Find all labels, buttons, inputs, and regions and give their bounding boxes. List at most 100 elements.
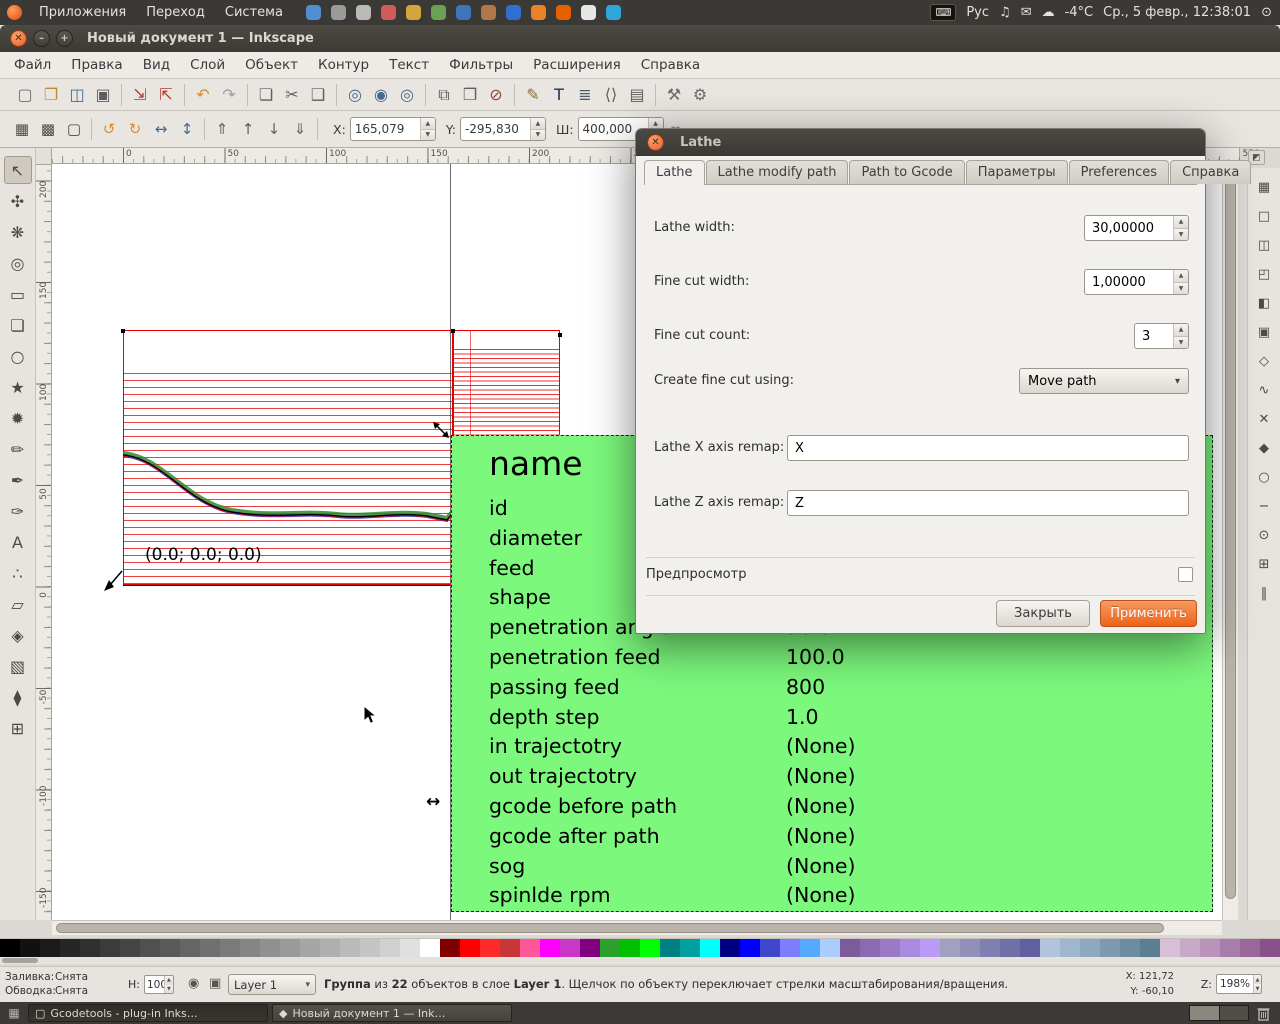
ellipse-tool[interactable]: ○	[4, 342, 32, 370]
palette-swatch[interactable]	[640, 939, 660, 957]
pen-tool[interactable]: ✒	[4, 466, 32, 494]
preview-checkbox[interactable]	[1178, 567, 1193, 582]
rect-tool[interactable]: ▭	[4, 280, 32, 308]
palette-swatch[interactable]	[1140, 939, 1160, 957]
eraser-tool[interactable]: ▱	[4, 590, 32, 618]
menu-extensions[interactable]: Расширения	[523, 53, 631, 77]
snap-intersection-icon[interactable]: ✕	[1253, 408, 1275, 430]
volume-icon[interactable]: ♫	[999, 5, 1011, 20]
palette-swatch[interactable]	[680, 939, 700, 957]
workspace-2[interactable]	[1219, 1006, 1248, 1020]
weather-icon[interactable]: ☁	[1042, 5, 1055, 20]
palette-swatch[interactable]	[420, 939, 440, 957]
audacity-icon[interactable]	[531, 5, 546, 20]
star-tool[interactable]: ★	[4, 373, 32, 401]
palette-swatch[interactable]	[1060, 939, 1080, 957]
selection-stretch-handle-icon[interactable]: ↔	[426, 792, 440, 812]
text-dialog-icon[interactable]: T	[546, 82, 572, 108]
dropper-tool[interactable]: ⧫	[4, 683, 32, 711]
panel-menu-places[interactable]: Переход	[137, 2, 214, 23]
snap-object-center-icon[interactable]: ⊙	[1253, 524, 1275, 546]
rotate-cw-icon[interactable]: ↻	[123, 117, 147, 141]
lathe-z-axis-remap-input[interactable]: Z	[787, 490, 1189, 516]
vertical-scrollbar-thumb[interactable]	[1225, 169, 1236, 899]
palette-swatch[interactable]	[1040, 939, 1060, 957]
layer-lock-icon[interactable]: ▣	[209, 976, 221, 991]
palette-swatch[interactable]	[220, 939, 240, 957]
apply-button[interactable]: Применить	[1100, 600, 1197, 627]
telegram-icon[interactable]	[606, 5, 621, 20]
screenshot-icon[interactable]	[356, 5, 371, 20]
vertical-ruler[interactable]: 200150100500-50-100-150	[36, 165, 52, 920]
palette-swatch[interactable]	[0, 939, 20, 957]
palette-swatch[interactable]	[580, 939, 600, 957]
snap-guide-icon[interactable]: ‖	[1253, 582, 1275, 604]
dialog-close-icon[interactable]: ✕	[647, 134, 664, 151]
import-icon[interactable]: ⇲	[127, 82, 153, 108]
workspace-1[interactable]	[1190, 1006, 1219, 1020]
clone-icon[interactable]: ❒	[457, 82, 483, 108]
zoom-drawing-icon[interactable]: ◉	[368, 82, 394, 108]
palette-swatch[interactable]	[700, 939, 720, 957]
lathe-dialog-titlebar[interactable]: ✕ Lathe	[636, 129, 1205, 156]
save-icon[interactable]: ◫	[64, 82, 90, 108]
snap-node-icon[interactable]: ◇	[1253, 350, 1275, 372]
y-position-field[interactable]: -295,830 ▲▼	[460, 117, 546, 141]
snap-midpoint-icon[interactable]: −	[1253, 495, 1275, 517]
show-desktop-button[interactable]: ▦	[6, 1005, 22, 1021]
palette-swatch[interactable]	[260, 939, 280, 957]
palette-swatch[interactable]	[500, 939, 520, 957]
palette-swatch[interactable]	[820, 939, 840, 957]
ubuntu-logo-icon[interactable]	[7, 5, 22, 20]
calligraphy-tool[interactable]: ✑	[4, 497, 32, 525]
palette-swatch[interactable]	[620, 939, 640, 957]
box3d-tool[interactable]: ❏	[4, 311, 32, 339]
panel-menu-system[interactable]: Система	[216, 2, 292, 23]
select-all-layers-icon[interactable]: ▩	[36, 117, 60, 141]
palette-swatch[interactable]	[100, 939, 120, 957]
text-tool[interactable]: A	[4, 528, 32, 556]
palette-swatch[interactable]	[920, 939, 940, 957]
box-app-icon[interactable]	[481, 5, 496, 20]
select-all-icon[interactable]: ▦	[10, 117, 34, 141]
palette-swatch[interactable]	[1000, 939, 1020, 957]
export-icon[interactable]: ⇱	[153, 82, 179, 108]
cut-icon[interactable]: ✂	[279, 82, 305, 108]
zoom-field[interactable]: 198% ▲▼	[1216, 974, 1262, 994]
palette-swatch[interactable]	[20, 939, 40, 957]
palette-swatch[interactable]	[1080, 939, 1100, 957]
document-properties-icon[interactable]: ⚙	[687, 82, 713, 108]
tab-preferences[interactable]: Preferences	[1069, 160, 1169, 184]
palette-swatch[interactable]	[1180, 939, 1200, 957]
palette-swatch[interactable]	[900, 939, 920, 957]
firefox-alt-icon[interactable]	[556, 5, 571, 20]
palette-swatch[interactable]	[180, 939, 200, 957]
palette-swatch[interactable]	[1240, 939, 1260, 957]
palette-swatch[interactable]	[280, 939, 300, 957]
selector-tool[interactable]: ↖	[4, 156, 32, 184]
lower-icon[interactable]: ↓	[262, 117, 286, 141]
send-icon[interactable]	[581, 5, 596, 20]
rotate-ccw-icon[interactable]: ↺	[97, 117, 121, 141]
menu-filters[interactable]: Фильтры	[439, 53, 523, 77]
keyboard-layout-label[interactable]: Рус	[966, 5, 989, 20]
palette-swatch[interactable]	[380, 939, 400, 957]
palette-swatch[interactable]	[120, 939, 140, 957]
palette-swatch[interactable]	[1020, 939, 1040, 957]
xml-editor-icon[interactable]: ⟨⟩	[598, 82, 624, 108]
snap-edge-midpoint-icon[interactable]: ◧	[1253, 292, 1275, 314]
palette-swatch[interactable]	[1160, 939, 1180, 957]
menu-object[interactable]: Объект	[235, 53, 308, 77]
palette-swatch[interactable]	[140, 939, 160, 957]
snap-enable-icon[interactable]: ▦	[1253, 176, 1275, 198]
palette-swatch[interactable]	[460, 939, 480, 957]
open-icon[interactable]: ❐	[38, 82, 64, 108]
taskbar-window-gcodetools[interactable]: ▢Gcodetools - plug-in Inks…	[28, 1004, 268, 1022]
package-icon[interactable]	[431, 5, 446, 20]
spin-buttons[interactable]: ▲▼	[1173, 216, 1188, 240]
raise-icon[interactable]: ↑	[236, 117, 260, 141]
window-close-button[interactable]: ✕	[10, 30, 27, 47]
sphere-app-icon[interactable]	[506, 5, 521, 20]
fill-value[interactable]: Снята	[55, 971, 88, 983]
paste-icon[interactable]: ❑	[305, 82, 331, 108]
